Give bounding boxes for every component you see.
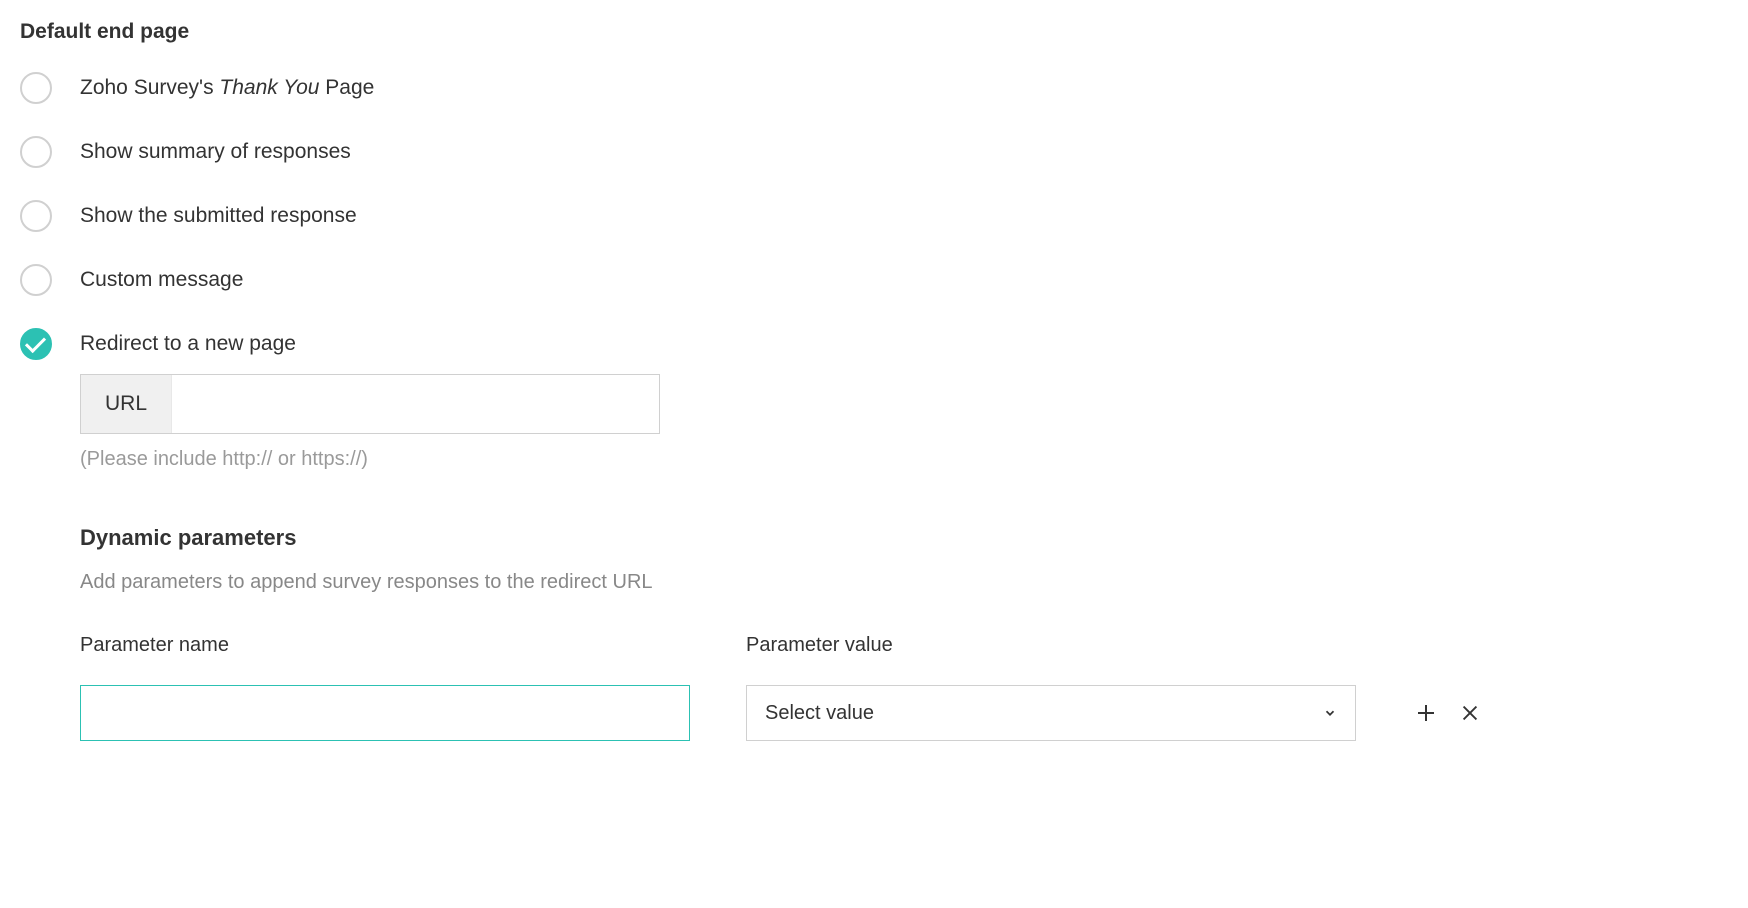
url-prefix-label: URL [81,375,172,433]
param-name-input[interactable] [80,685,690,741]
radio-option-summary[interactable]: Show summary of responses [20,136,1728,168]
radio-option-custom[interactable]: Custom message [20,264,1728,296]
radio-option-thank-you[interactable]: Zoho Survey's Thank You Page [20,72,1728,104]
radio-label: Show the submitted response [80,204,357,228]
url-field-group: URL [80,374,660,434]
add-param-button[interactable] [1412,699,1440,727]
radio-option-submitted[interactable]: Show the submitted response [20,200,1728,232]
param-value-select[interactable]: Select value [746,685,1356,741]
close-icon [1459,702,1481,724]
param-row: Parameter name Parameter value Select va… [80,634,1728,741]
label-italic: Thank You [219,76,319,99]
radio-label: Zoho Survey's Thank You Page [80,76,374,100]
radio-icon [20,264,52,296]
dynamic-params-desc: Add parameters to append survey response… [80,571,1728,594]
dynamic-params-title: Dynamic parameters [80,525,1728,551]
chevron-down-icon [1323,706,1337,720]
section-title: Default end page [20,20,1728,44]
param-name-label: Parameter name [80,634,690,657]
radio-icon-selected [20,328,52,360]
label-suffix: Page [319,76,374,99]
radio-label: Custom message [80,268,243,292]
label-prefix: Zoho Survey's [80,76,219,99]
select-placeholder: Select value [765,702,874,725]
url-input[interactable] [172,375,659,433]
remove-param-button[interactable] [1456,699,1484,727]
radio-label: Show summary of responses [80,140,351,164]
param-value-label: Parameter value [746,634,1356,657]
radio-icon [20,72,52,104]
radio-option-redirect[interactable]: Redirect to a new page [20,328,1728,360]
radio-icon [20,200,52,232]
radio-label: Redirect to a new page [80,332,296,356]
radio-icon [20,136,52,168]
url-hint: (Please include http:// or https://) [80,448,1728,471]
plus-icon [1414,701,1438,725]
